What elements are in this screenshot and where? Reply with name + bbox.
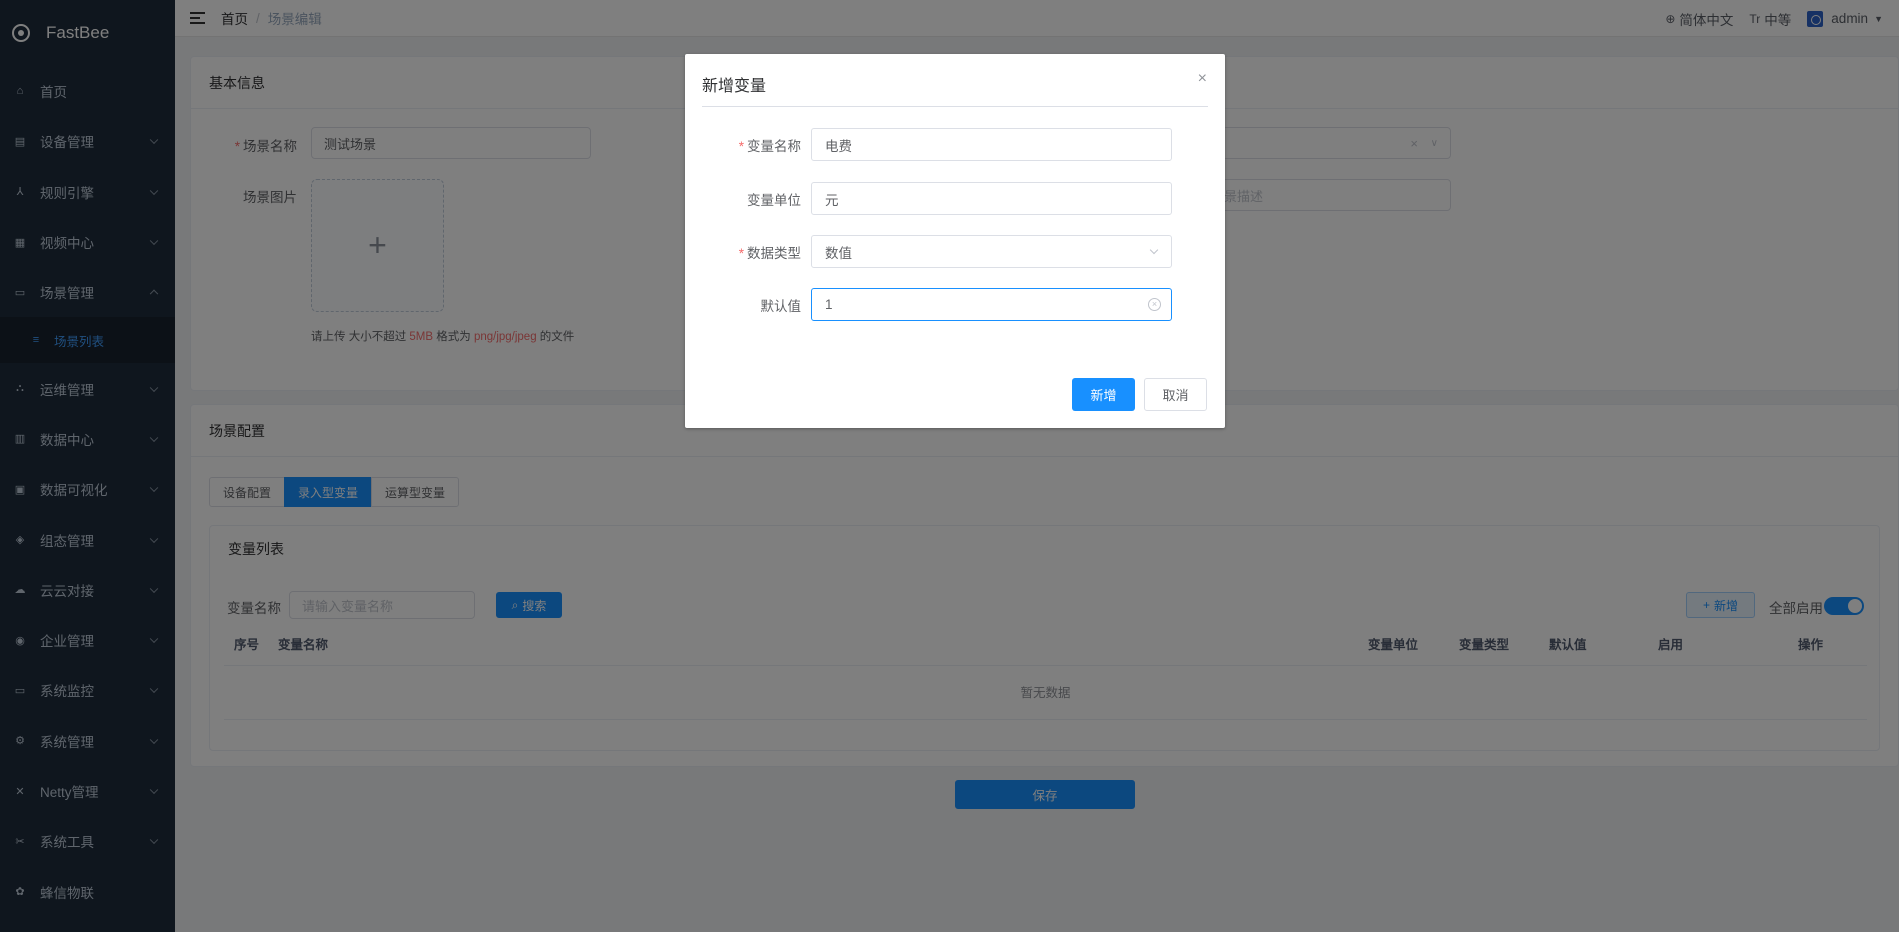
data-type-label: * 数据类型 (738, 246, 801, 261)
variable-name-input[interactable]: 电费 (811, 128, 1172, 161)
dialog-title: 新增变量 (702, 78, 767, 95)
close-icon[interactable]: × (1198, 70, 1207, 88)
default-value-input[interactable]: 1 × (811, 288, 1172, 321)
clear-icon[interactable]: × (1148, 298, 1161, 311)
confirm-add-button[interactable]: 新增 (1072, 378, 1135, 411)
dialog-divider (702, 106, 1208, 107)
cancel-button[interactable]: 取消 (1144, 378, 1207, 411)
default-value-label: 默认值 (760, 299, 802, 314)
chevron-down-icon (1149, 245, 1159, 255)
variable-unit-label: 变量单位 (747, 193, 801, 208)
data-type-select[interactable]: 数值 (811, 235, 1172, 268)
variable-name-label: * 变量名称 (738, 139, 801, 154)
add-variable-dialog: 新增变量 × * 变量名称 电费 变量单位 元 * 数据类型 数值 默认值 1 × … (685, 54, 1225, 428)
variable-unit-input[interactable]: 元 (811, 182, 1172, 215)
